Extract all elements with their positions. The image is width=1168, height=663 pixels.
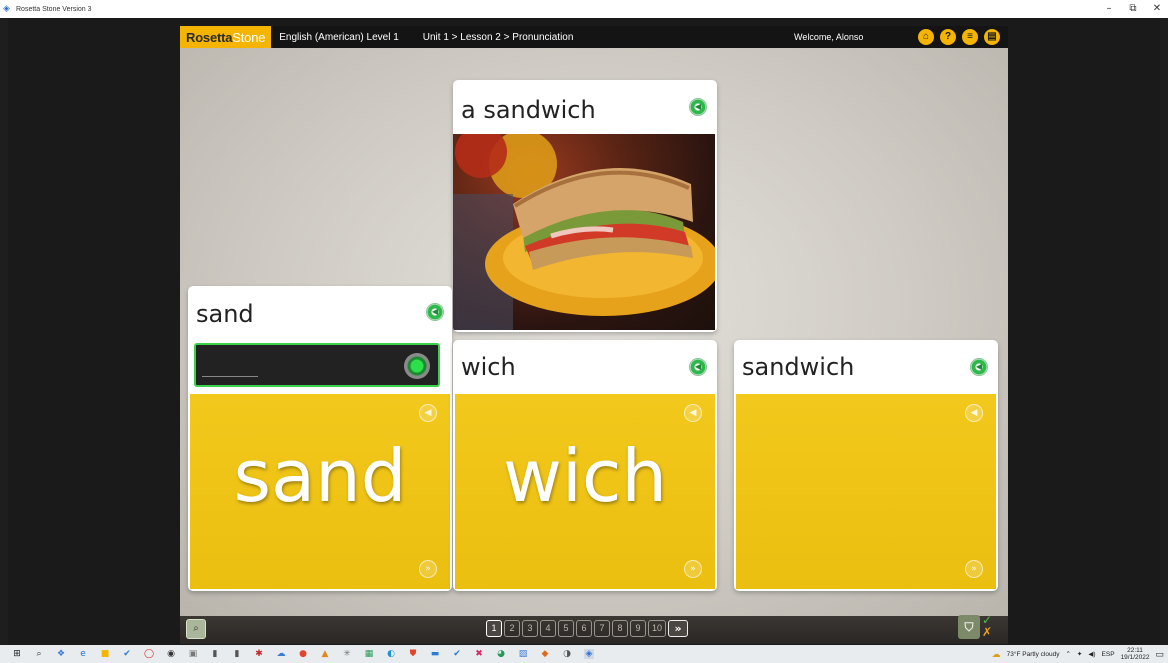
app-icon[interactable]: ✖ xyxy=(474,649,484,659)
opera-icon[interactable]: ◯ xyxy=(144,649,154,659)
app-icon[interactable]: ▮ xyxy=(210,649,220,659)
page-button[interactable]: 10 xyxy=(648,620,666,637)
volume-icon[interactable]: ◀) xyxy=(1088,650,1095,658)
next-icon[interactable]: » xyxy=(684,560,702,578)
page-button[interactable]: 3 xyxy=(522,620,538,637)
rosetta-stone-logo: Rosetta Stone xyxy=(180,26,272,48)
weather-icon[interactable]: ☁ xyxy=(992,649,1001,660)
big-word: sand xyxy=(233,434,407,518)
help-icon[interactable]: ? xyxy=(940,29,956,45)
microphone-input[interactable] xyxy=(194,343,440,387)
page-button[interactable]: 1 xyxy=(486,620,502,637)
app-icon[interactable]: ▮ xyxy=(232,649,242,659)
card-label: a sandwich xyxy=(461,96,596,124)
speaker-icon[interactable]: ◀ xyxy=(689,358,707,376)
replay-icon[interactable]: ◀ xyxy=(684,404,702,422)
big-word: wich xyxy=(502,434,668,518)
weather-text[interactable]: 73°F Partly cloudy xyxy=(1007,651,1060,658)
clock[interactable]: 22:11 19/1/2022 xyxy=(1121,647,1150,661)
app-icon[interactable]: ☁ xyxy=(276,649,286,659)
home-icon[interactable]: ⌂ xyxy=(918,29,934,45)
replay-icon[interactable]: ◀ xyxy=(965,404,983,422)
card-wich[interactable]: wich ◀ ◀ wich » xyxy=(453,340,717,591)
windows-taskbar: ⊞ ⌕ ❖ e ■ ✔ ◯ ◉ ▣ ▮ ▮ ✱ ☁ ● ▲ ✳ ▦ ◐ ⛊ ▬ … xyxy=(0,645,1168,663)
restore-button[interactable]: ⧉ xyxy=(1122,0,1144,18)
breadcrumb: Unit 1 > Lesson 2 > Pronunciation xyxy=(422,31,574,43)
speaker-icon[interactable]: ◀ xyxy=(689,98,707,116)
rosetta-taskbar-icon[interactable]: ◈ xyxy=(584,649,594,659)
todo-icon[interactable]: ✔ xyxy=(122,649,132,659)
task-view-icon[interactable]: ❖ xyxy=(56,649,66,659)
page-button[interactable]: 6 xyxy=(576,620,592,637)
yellow-panel: ◀ » xyxy=(736,394,996,589)
card-a-sandwich[interactable]: a sandwich ◀ xyxy=(453,80,717,332)
window-title: Rosetta Stone Version 3 xyxy=(16,5,92,13)
score-shield-icon[interactable]: ⛉ xyxy=(958,615,980,639)
microphone-button[interactable] xyxy=(404,353,430,379)
app-icon[interactable]: ✱ xyxy=(254,649,264,659)
yellow-panel: ◀ sand » xyxy=(190,394,450,589)
brave-icon[interactable]: ⛊ xyxy=(408,649,418,659)
card-label: sand xyxy=(196,300,254,328)
date-text: 19/1/2022 xyxy=(1120,654,1150,661)
chevron-up-icon[interactable]: ⌃ xyxy=(1065,650,1070,658)
score-marks: ✓ ✗ xyxy=(982,614,992,638)
app-icon[interactable]: ▣ xyxy=(188,649,198,659)
page-navigator: 1 2 3 4 5 6 7 8 9 10 » xyxy=(486,620,688,637)
card-label: wich xyxy=(461,353,516,381)
app-icon[interactable]: ✔ xyxy=(452,649,462,659)
zoom-icon[interactable]: ⌕ xyxy=(186,619,206,639)
folder-icon[interactable]: ■ xyxy=(100,649,110,659)
app-icon[interactable]: ◕ xyxy=(496,649,506,659)
card-sand[interactable]: sand ◀ ◀ sand » xyxy=(188,286,452,591)
ie-icon[interactable]: e xyxy=(78,649,88,659)
app-icon[interactable]: ◆ xyxy=(540,649,550,659)
page-button[interactable]: 7 xyxy=(594,620,610,637)
page-button[interactable]: 5 xyxy=(558,620,574,637)
search-icon[interactable]: ⌕ xyxy=(34,649,44,659)
app-header: Rosetta Stone English (American) Level 1 … xyxy=(180,26,1008,48)
language-text[interactable]: ESP xyxy=(1102,651,1115,658)
voice-level-line xyxy=(202,376,258,377)
app-icon[interactable]: ◑ xyxy=(562,649,572,659)
yellow-panel: ◀ wich » xyxy=(455,394,715,589)
page-button[interactable]: 9 xyxy=(630,620,646,637)
next-icon[interactable]: » xyxy=(965,560,983,578)
app-icon: ◈ xyxy=(3,4,10,14)
app-icon[interactable]: ◉ xyxy=(166,649,176,659)
page-button[interactable]: 2 xyxy=(504,620,520,637)
speaker-icon[interactable]: ◀ xyxy=(970,358,988,376)
cross-icon: ✗ xyxy=(982,625,993,639)
next-page-button[interactable]: » xyxy=(668,620,688,637)
app-icon[interactable]: ▬ xyxy=(430,649,440,659)
system-tray: ☁ 73°F Partly cloudy ⌃ ✦ ◀) ESP 22:11 19… xyxy=(992,645,1164,663)
course-title: English (American) Level 1 xyxy=(279,31,399,43)
chrome-icon[interactable]: ● xyxy=(298,649,308,659)
card-label: sandwich xyxy=(742,353,855,381)
minimize-button[interactable]: – xyxy=(1098,0,1120,18)
page-button[interactable]: 8 xyxy=(612,620,628,637)
network-icon[interactable]: ✦ xyxy=(1077,650,1082,658)
edge-icon[interactable]: ◐ xyxy=(386,649,396,659)
card-sandwich[interactable]: sandwich ◀ ◀ » xyxy=(734,340,998,591)
app-icon[interactable]: ✳ xyxy=(342,649,352,659)
replay-icon[interactable]: ◀ xyxy=(419,404,437,422)
window-titlebar: ◈ Rosetta Stone Version 3 – ⧉ ✕ xyxy=(0,0,1168,18)
speaker-icon[interactable]: ◀ xyxy=(426,303,444,321)
next-icon[interactable]: » xyxy=(419,560,437,578)
sandwich-image xyxy=(453,134,715,330)
notifications-icon[interactable]: ▭ xyxy=(1155,649,1164,660)
app-icon[interactable]: ▨ xyxy=(518,649,528,659)
menu-icon[interactable]: ≡ xyxy=(962,29,978,45)
app-icon[interactable]: ▲ xyxy=(320,649,330,659)
time-text: 22:11 xyxy=(1127,647,1143,654)
app-icon[interactable]: ▦ xyxy=(364,649,374,659)
close-button[interactable]: ✕ xyxy=(1146,0,1168,18)
welcome-text: Welcome, Alonso xyxy=(794,32,864,42)
chat-icon[interactable]: ▤ xyxy=(984,29,1000,45)
start-icon[interactable]: ⊞ xyxy=(12,649,22,659)
page-button[interactable]: 4 xyxy=(540,620,556,637)
